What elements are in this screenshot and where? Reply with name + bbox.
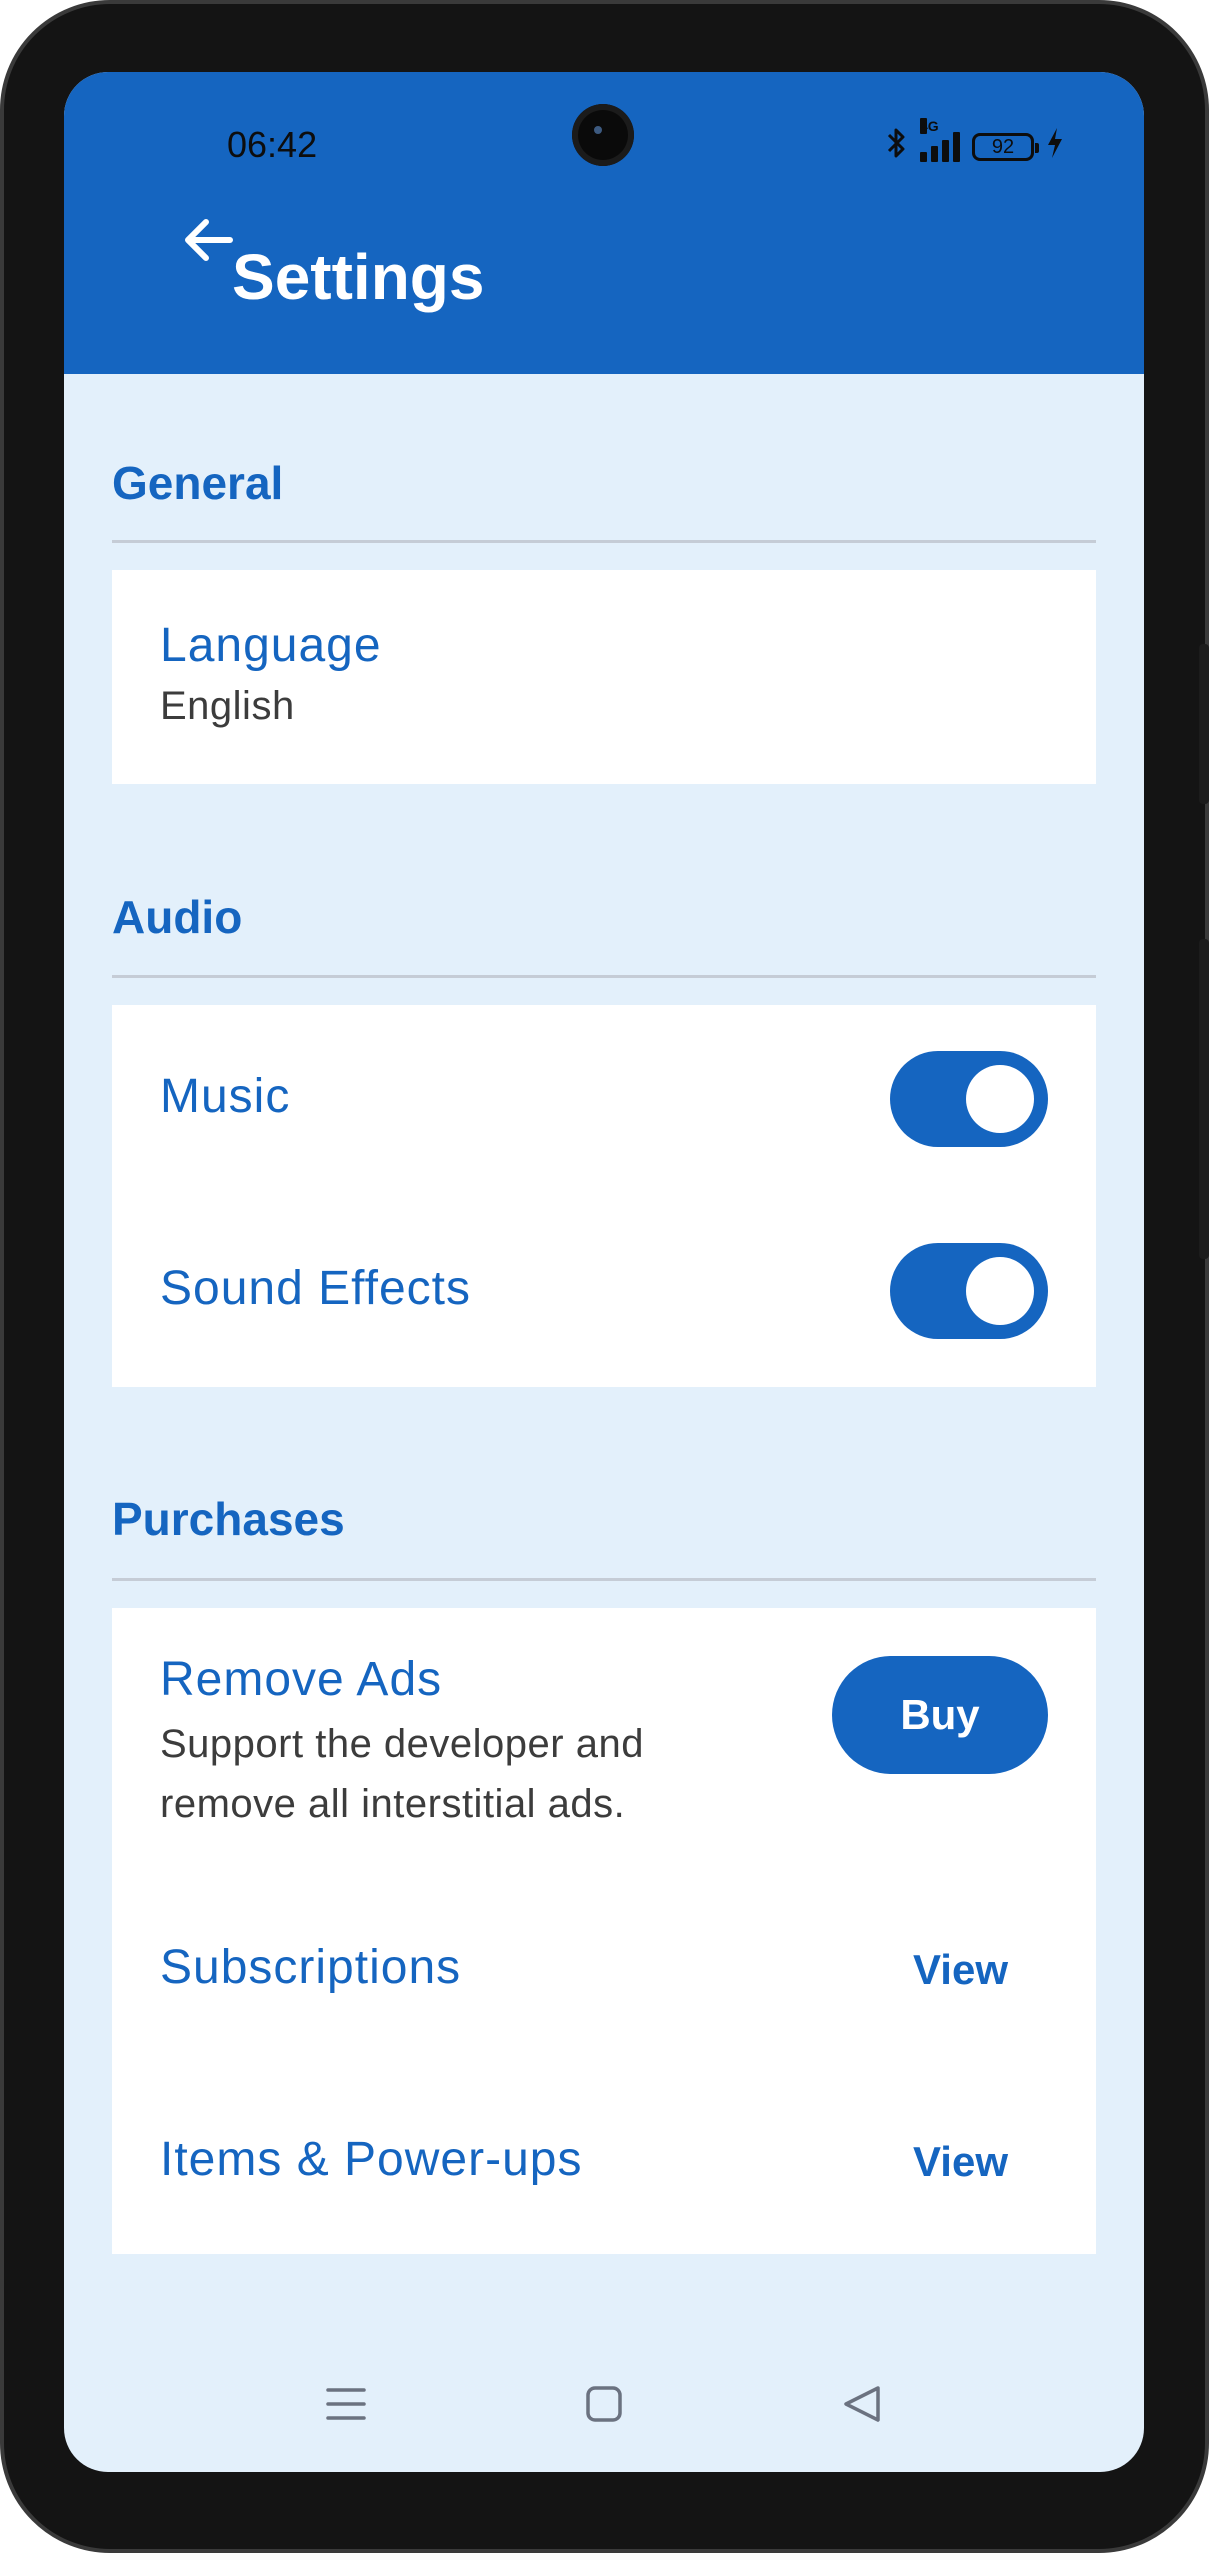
- sound-effects-label: Sound Effects: [160, 1262, 471, 1315]
- music-toggle[interactable]: [890, 1051, 1048, 1147]
- subscriptions-view-button[interactable]: View: [913, 1946, 1008, 1994]
- signal-icon: 4G: [920, 117, 960, 162]
- section-divider: [112, 975, 1096, 978]
- card-audio: Music Sound Effects: [112, 1005, 1096, 1387]
- status-time: 06:42: [227, 124, 318, 165]
- language-row[interactable]: Language English: [112, 570, 1096, 784]
- language-value: English: [160, 684, 295, 728]
- subscriptions-row[interactable]: Subscriptions View: [112, 1892, 1096, 2062]
- remove-ads-description-line2: remove all interstitial ads.: [160, 1782, 626, 1826]
- screen: 06:42 4G 92 Settings General Language En…: [64, 72, 1144, 2472]
- section-header-general: General: [112, 457, 284, 509]
- items-powerups-row[interactable]: Items & Power-ups View: [112, 2084, 1096, 2254]
- buy-button[interactable]: Buy: [832, 1656, 1048, 1774]
- network-type: 4G: [920, 117, 939, 134]
- remove-ads-description-line1: Support the developer and: [160, 1722, 644, 1766]
- status-icons: 4G 92: [886, 117, 1064, 167]
- section-header-audio: Audio: [112, 891, 243, 943]
- items-powerups-title: Items & Power-ups: [160, 2133, 583, 2186]
- section-divider: [112, 540, 1096, 543]
- section-header-purchases: Purchases: [112, 1493, 345, 1545]
- section-divider: [112, 1578, 1096, 1581]
- app-bar: 06:42 4G 92 Settings: [64, 72, 1144, 374]
- power-button: [1199, 644, 1209, 804]
- arrow-left-icon: [185, 219, 233, 261]
- music-label: Music: [160, 1070, 291, 1123]
- toggle-knob: [966, 1257, 1034, 1325]
- home-square-icon[interactable]: [580, 2380, 628, 2428]
- items-powerups-view-button[interactable]: View: [913, 2138, 1008, 2186]
- front-camera: [572, 104, 634, 166]
- subscriptions-title: Subscriptions: [160, 1941, 462, 1994]
- toggle-knob: [966, 1065, 1034, 1133]
- page-title: Settings: [232, 241, 485, 313]
- card-purchases: Remove Ads Support the developer and rem…: [112, 1608, 1096, 2254]
- bluetooth-icon: [886, 126, 908, 167]
- battery-icon: 92: [972, 132, 1039, 161]
- card-general: Language English: [112, 570, 1096, 784]
- language-title: Language: [160, 619, 382, 672]
- back-triangle-icon[interactable]: [838, 2380, 886, 2428]
- remove-ads-title: Remove Ads: [160, 1653, 443, 1706]
- system-nav-bar: [64, 2332, 1144, 2472]
- sound-effects-toggle[interactable]: [890, 1243, 1048, 1339]
- phone-frame: 06:42 4G 92 Settings General Language En…: [0, 0, 1209, 2553]
- charging-icon: [1046, 127, 1064, 166]
- menu-icon[interactable]: [322, 2380, 370, 2428]
- volume-button: [1199, 939, 1209, 1259]
